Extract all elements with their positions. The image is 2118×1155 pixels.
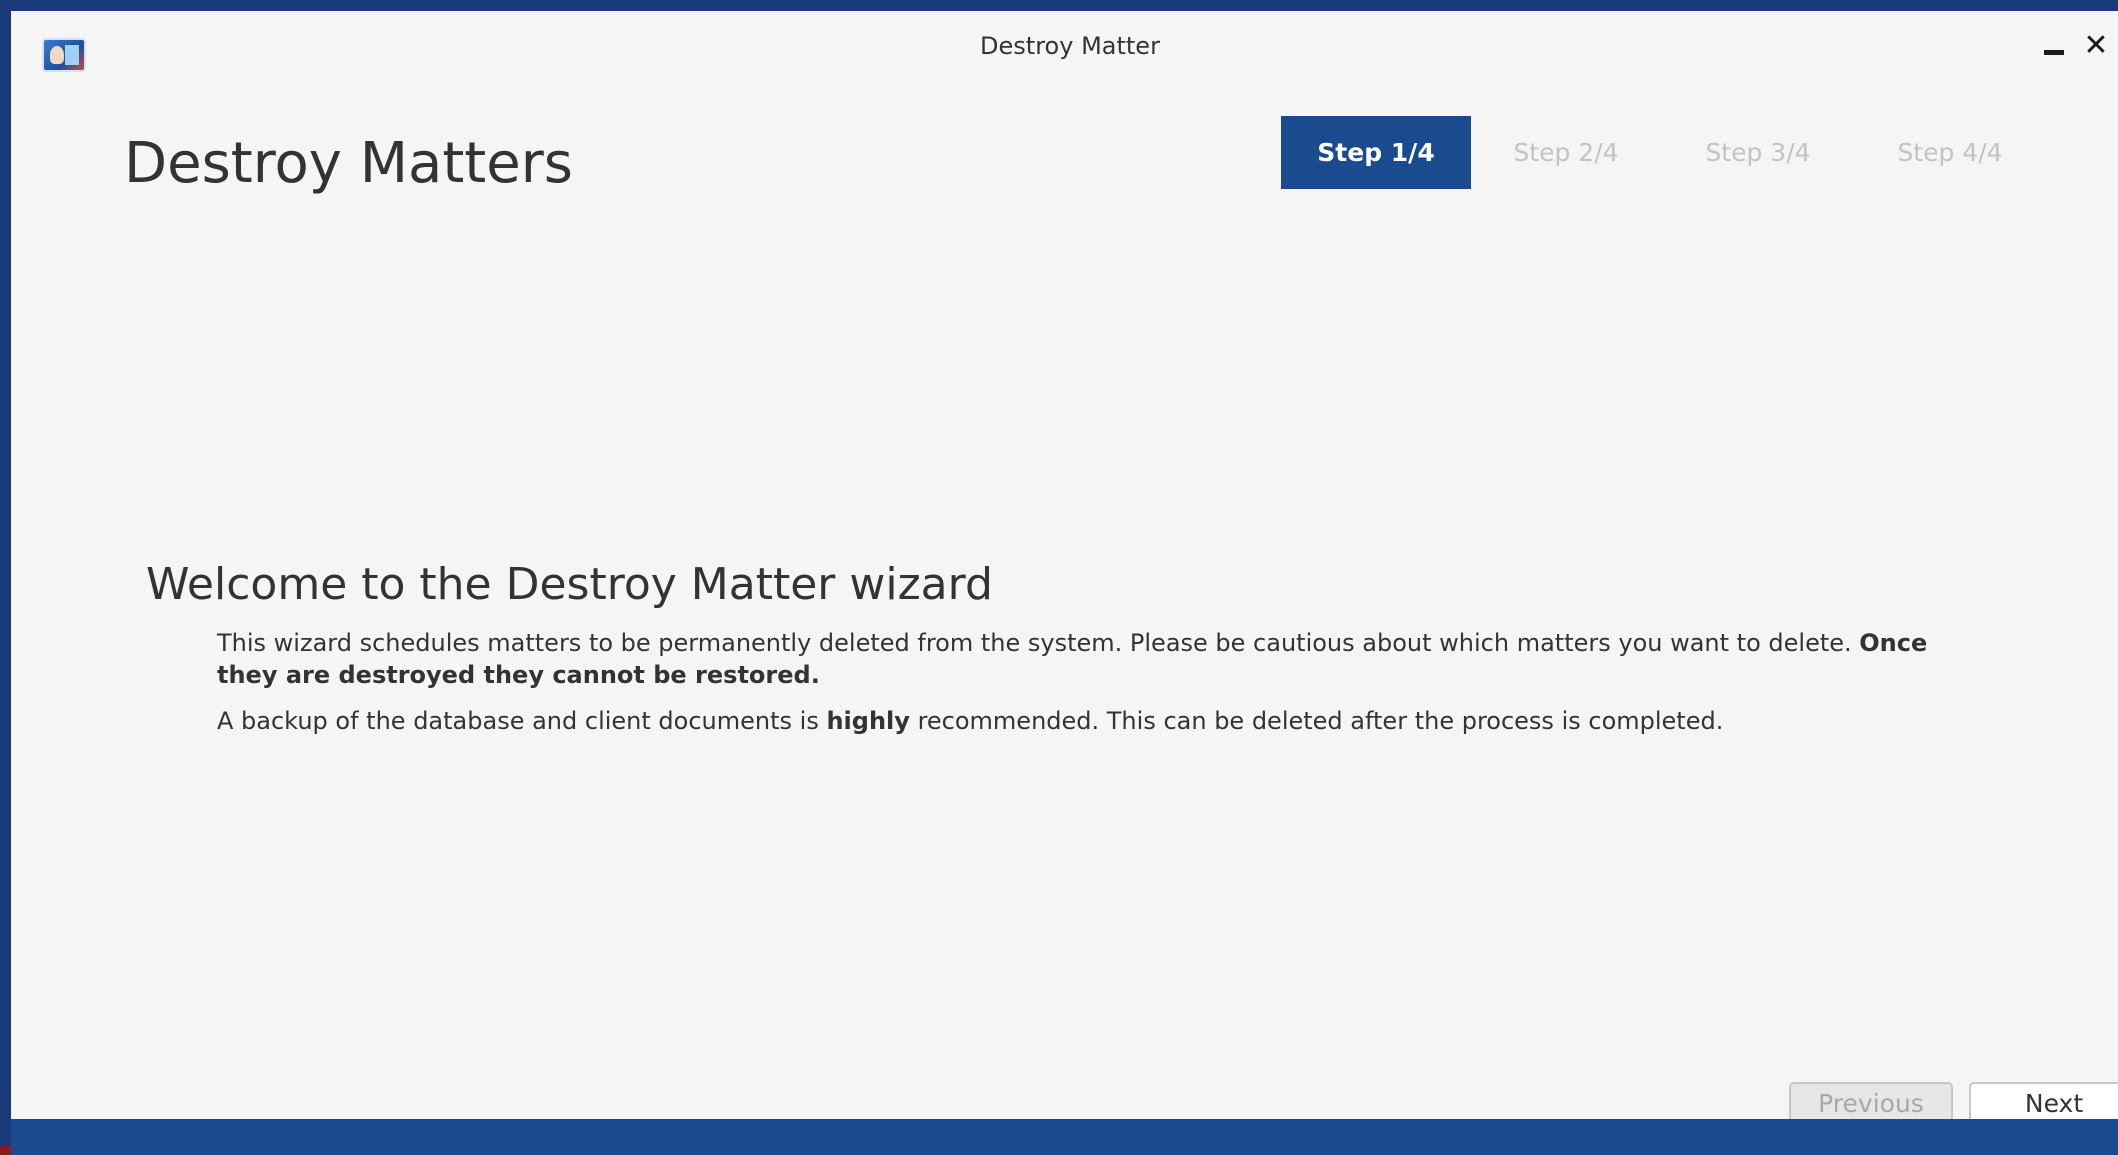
step-1-tab[interactable]: Step 1/4 [1281,116,1471,189]
welcome-heading: Welcome to the Destroy Matter wizard [146,559,993,610]
corner-mark [0,1146,11,1155]
backup-text-after: recommended. This can be deleted after t… [917,707,1724,735]
step-3-tab[interactable]: Step 3/4 [1663,116,1853,189]
step-2-tab[interactable]: Step 2/4 [1471,116,1661,189]
backup-text-before: A backup of the database and client docu… [217,707,819,735]
close-icon: ✕ [2083,28,2109,63]
backup-emphasis-bold: highly [826,707,910,735]
minimize-icon [2044,50,2064,55]
title-bar: Destroy Matter ✕ [22,22,2118,72]
window-title: Destroy Matter [980,32,1160,60]
step-4-tab[interactable]: Step 4/4 [1855,116,2045,189]
intro-text: This wizard schedules matters to be perm… [217,629,1852,657]
minimize-button[interactable] [2036,28,2072,64]
window-frame: Destroy Matter ✕ Destroy Matters Step 1/… [0,0,2118,1155]
status-bar [11,1119,2118,1155]
page-title: Destroy Matters [124,131,573,196]
backup-paragraph: A backup of the database and client docu… [217,705,1977,737]
close-button[interactable]: ✕ [2078,28,2114,64]
intro-paragraph: This wizard schedules matters to be perm… [217,627,1977,691]
